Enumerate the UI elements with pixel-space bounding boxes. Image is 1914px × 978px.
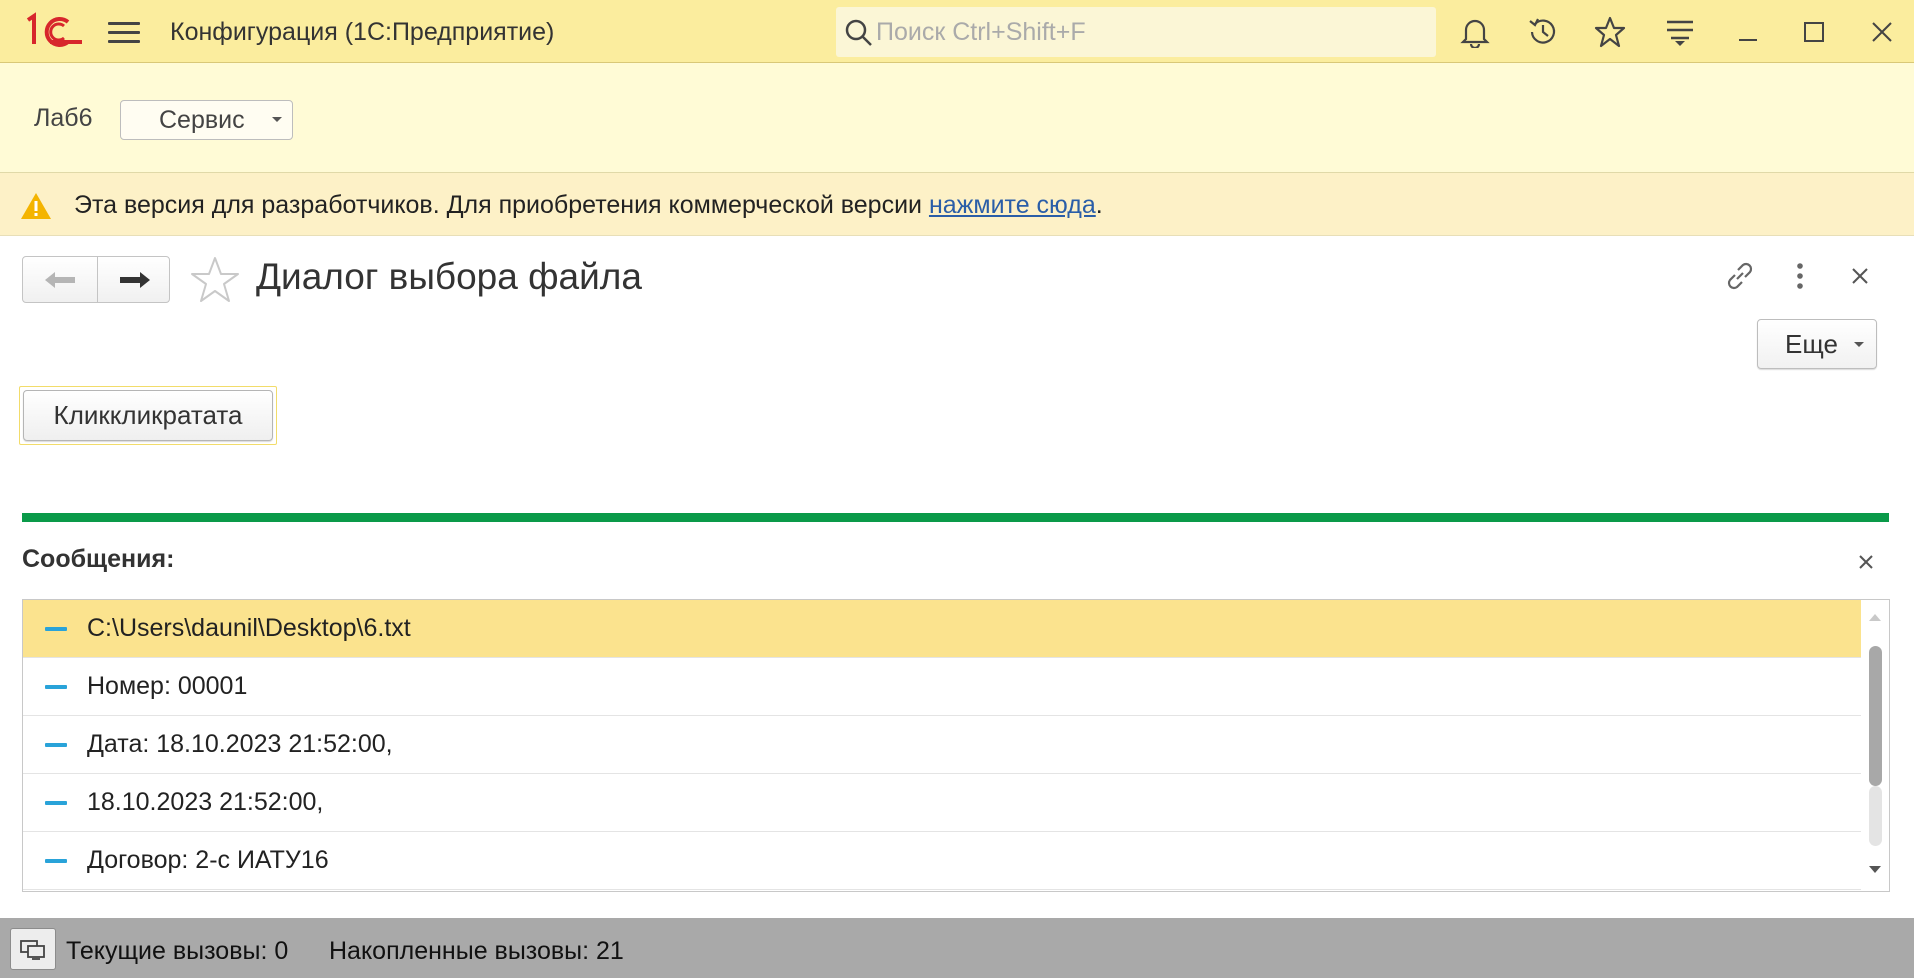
purchase-link[interactable]: нажмите сюда (929, 191, 1096, 219)
close-icon[interactable] (1864, 14, 1900, 50)
message-row[interactable]: Договор: 2-с ИАТУ16 (23, 832, 1861, 890)
message-row[interactable]: C:\Users\daunil\Desktop\6.txt (23, 600, 1861, 658)
message-text: C:\Users\daunil\Desktop\6.txt (87, 614, 411, 642)
messages-close-icon[interactable] (1849, 545, 1883, 579)
service-menu-label: Сервис (159, 106, 245, 134)
messages-list[interactable]: C:\Users\daunil\Desktop\6.txt Номер: 000… (22, 599, 1890, 892)
dash-icon (45, 859, 67, 863)
form-title: Диалог выбора файла (256, 256, 642, 297)
arrow-right-icon (120, 271, 150, 288)
minimize-icon[interactable] (1730, 14, 1766, 50)
functions-menu-icon[interactable] (1662, 14, 1698, 50)
dash-icon (45, 627, 67, 631)
warning-message: Эта версия для разработчиков. Для приобр… (74, 191, 929, 219)
app-title: Конфигурация (1С:Предприятие) (170, 18, 555, 46)
current-calls: Текущие вызовы: 0 (66, 937, 289, 965)
message-row[interactable]: Дата: 18.10.2023 21:52:00, (23, 716, 1861, 774)
status-bar: Текущие вызовы: 0 Накопленные вызовы: 21 (0, 918, 1914, 978)
history-icon[interactable] (1525, 14, 1561, 50)
warning-text: Эта версия для разработчиков. Для приобр… (74, 191, 1103, 220)
warning-suffix: . (1095, 191, 1103, 219)
menu-icon[interactable] (108, 18, 140, 46)
warning-icon (21, 193, 51, 219)
accumulated-calls: Накопленные вызовы: 21 (329, 937, 624, 965)
scroll-up-icon[interactable] (1869, 614, 1881, 621)
section-panel: Лаб6 Сервис (0, 63, 1914, 173)
arrow-left-icon (45, 271, 75, 288)
search-box[interactable] (836, 7, 1436, 57)
section-label[interactable]: Лаб6 (34, 104, 93, 133)
bell-icon[interactable] (1457, 14, 1493, 50)
chevron-down-icon (272, 117, 282, 122)
chevron-down-icon (1854, 342, 1864, 347)
more-vertical-icon[interactable] (1780, 256, 1820, 296)
dash-icon (45, 685, 67, 689)
search-input[interactable] (876, 15, 1426, 49)
service-menu-button[interactable]: Сервис (120, 100, 293, 140)
messages-scrollbar[interactable] (1861, 600, 1889, 891)
monitor-icon (20, 940, 45, 960)
maximize-icon[interactable] (1796, 14, 1832, 50)
form-close-icon[interactable] (1840, 256, 1880, 296)
scroll-thumb[interactable] (1869, 646, 1882, 786)
messages-divider (22, 513, 1889, 522)
title-bar: Конфигурация (1С:Предприятие) (0, 0, 1914, 63)
click-button-focus-frame: Клик­кликратата (19, 386, 277, 445)
search-icon (845, 19, 872, 46)
logo-1c[interactable] (20, 12, 84, 52)
forward-button[interactable] (98, 257, 172, 302)
performance-monitor-button[interactable] (10, 928, 56, 970)
scroll-track[interactable] (1869, 786, 1882, 846)
messages-title: Сообщения: (22, 545, 175, 573)
link-icon[interactable] (1720, 256, 1760, 296)
message-text: Номер: 00001 (87, 672, 248, 700)
scroll-down-icon[interactable] (1869, 866, 1881, 873)
dash-icon (45, 801, 67, 805)
developer-warning-bar: Эта версия для разработчиков. Для приобр… (0, 173, 1914, 236)
favorite-star-icon[interactable] (190, 255, 240, 305)
message-text: 18.10.2023 21:52:00, (87, 788, 324, 816)
star-icon[interactable] (1592, 14, 1628, 50)
message-text: Договор: 2-с ИАТУ16 (87, 846, 329, 874)
message-row[interactable]: Номер: 00001 (23, 658, 1861, 716)
click-button[interactable]: Клик­кликратата (23, 390, 273, 441)
message-text: Дата: 18.10.2023 21:52:00, (87, 730, 393, 758)
back-button[interactable] (23, 257, 97, 302)
message-row[interactable]: 18.10.2023 21:52:00, (23, 774, 1861, 832)
dash-icon (45, 743, 67, 747)
navigation-buttons (22, 256, 170, 303)
more-button[interactable]: Еще (1757, 319, 1877, 369)
more-button-label: Еще (1785, 329, 1838, 359)
